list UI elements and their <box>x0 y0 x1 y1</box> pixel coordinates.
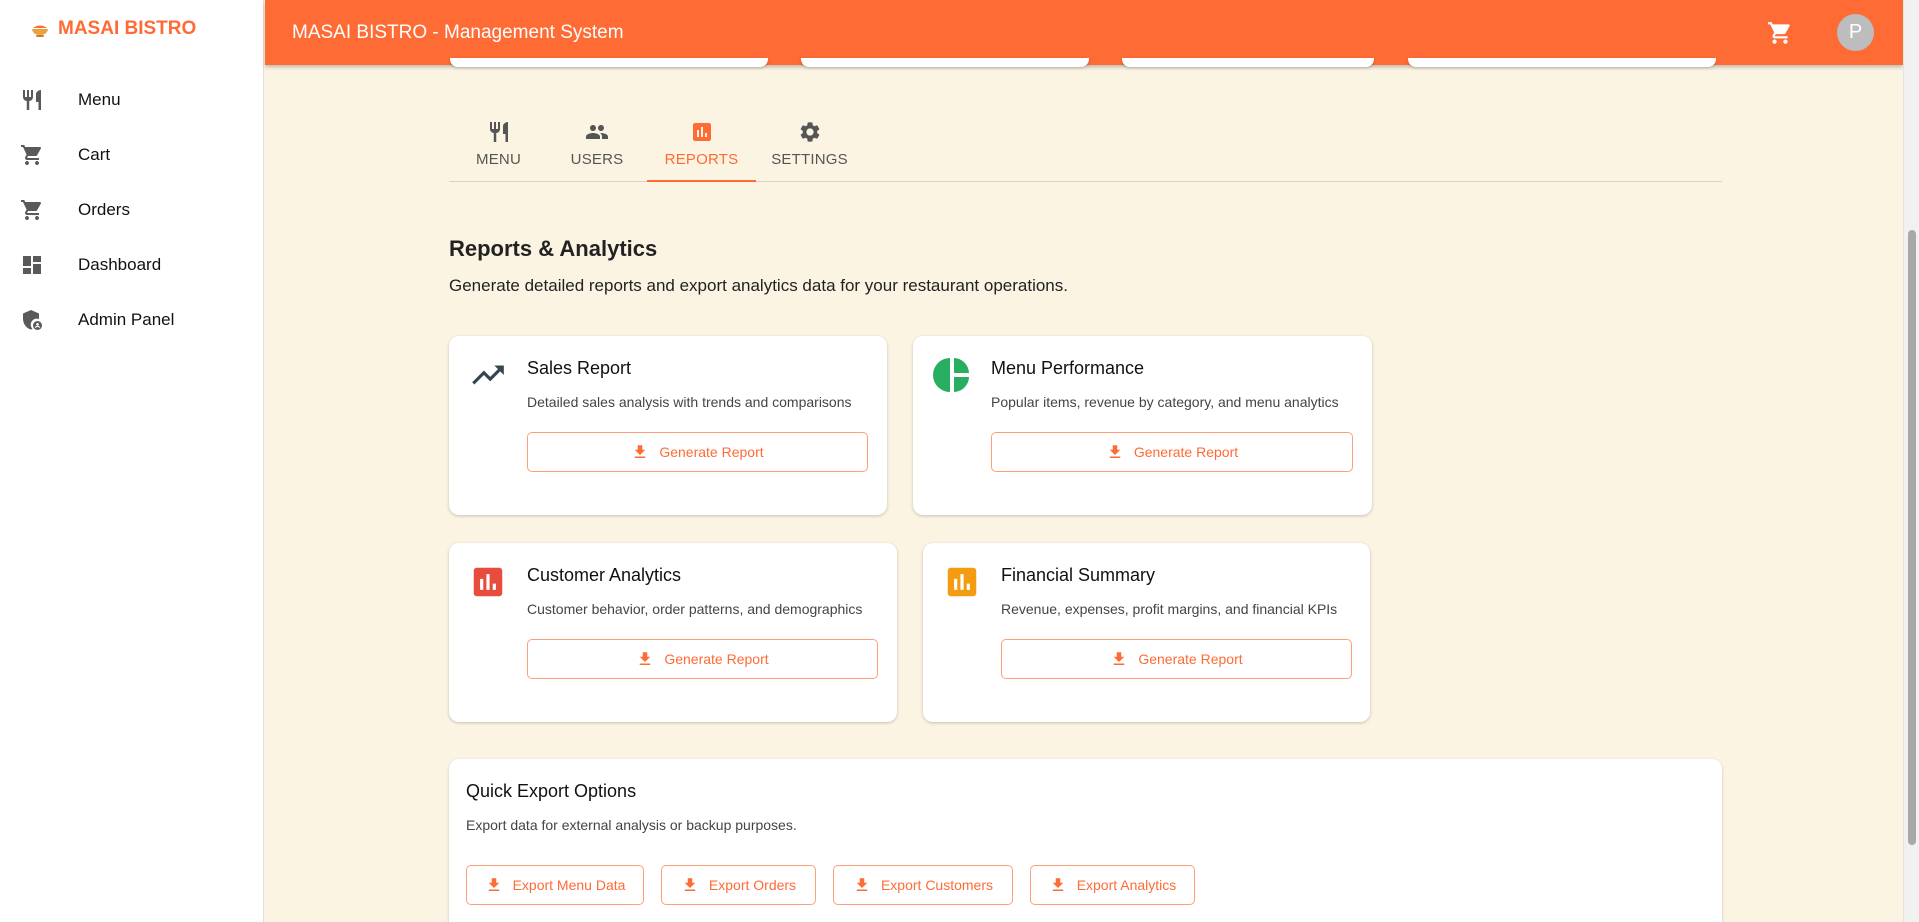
generate-report-button[interactable]: Generate Report <box>1001 639 1352 679</box>
sidebar-item-label: Dashboard <box>78 254 162 274</box>
brand-logo[interactable]: MASAI BISTRO <box>0 0 263 58</box>
stat-card <box>1122 58 1374 67</box>
download-icon <box>853 876 871 894</box>
export-customers-button[interactable]: Export Customers <box>833 865 1013 905</box>
card-title: Financial Summary <box>1001 565 1156 585</box>
admin-shield-icon <box>20 308 44 332</box>
tab-label: REPORTS <box>664 150 739 168</box>
sidebar-item-menu[interactable]: Menu <box>0 72 263 127</box>
download-icon <box>636 650 654 668</box>
stat-card <box>801 58 1089 67</box>
pie-chart-icon <box>933 356 971 394</box>
download-icon <box>631 443 649 461</box>
bar-chart-icon <box>469 563 507 601</box>
button-label: Generate Report <box>659 444 764 460</box>
button-label: Generate Report <box>1133 444 1239 460</box>
sidebar: MASAI BISTRO Menu Cart Orders Dashboard <box>0 0 264 922</box>
report-card-financial-summary: Financial Summary Revenue, expenses, pro… <box>923 543 1370 722</box>
button-label: Export Customers <box>880 877 994 893</box>
sidebar-nav: Menu Cart Orders Dashboard Admin Panel <box>0 72 263 347</box>
cart-icon <box>20 198 44 222</box>
quick-export-panel: Quick Export Options Export data for ext… <box>449 759 1722 922</box>
cart-icon <box>1767 20 1793 46</box>
sidebar-item-label: Menu <box>78 89 121 109</box>
cart-icon <box>20 143 44 167</box>
restaurant-icon <box>20 88 44 112</box>
download-icon <box>1106 443 1124 461</box>
sidebar-item-admin-panel[interactable]: Admin Panel <box>0 292 263 347</box>
generate-report-button[interactable]: Generate Report <box>527 432 868 472</box>
bowl-icon <box>30 19 50 39</box>
generate-report-button[interactable]: Generate Report <box>527 639 878 679</box>
page-title: MASAI BISTRO - Management System <box>292 21 624 43</box>
button-label: Export Menu Data <box>512 877 626 893</box>
button-label: Generate Report <box>664 651 769 667</box>
stat-card <box>450 58 768 67</box>
sidebar-item-label: Cart <box>78 144 111 164</box>
scrollbar-thumb[interactable] <box>1908 230 1916 845</box>
section-title: Reports & Analytics <box>449 236 658 261</box>
tab-reports[interactable]: REPORTS <box>647 106 756 182</box>
tab-users[interactable]: USERS <box>548 106 646 181</box>
bar-chart-icon <box>690 120 714 144</box>
dashboard-icon <box>20 253 44 277</box>
quick-export-title: Quick Export Options <box>466 781 637 801</box>
report-card-menu-performance: Menu Performance Popular items, revenue … <box>913 336 1372 515</box>
button-label: Generate Report <box>1138 651 1243 667</box>
download-icon <box>485 876 503 894</box>
download-icon <box>1110 650 1128 668</box>
card-title: Sales Report <box>527 358 632 378</box>
card-description: Detailed sales analysis with trends and … <box>527 394 852 410</box>
tab-label: MENU <box>476 150 521 168</box>
tab-menu[interactable]: MENU <box>449 106 548 181</box>
button-label: Export Orders <box>708 877 797 893</box>
tab-label: USERS <box>570 150 624 168</box>
bar-chart-icon <box>943 563 981 601</box>
people-icon <box>585 120 609 144</box>
card-description: Revenue, expenses, profit margins, and f… <box>1001 601 1338 617</box>
page-scrollbar[interactable] <box>1903 0 1919 922</box>
sidebar-item-orders[interactable]: Orders <box>0 182 263 237</box>
quick-export-description: Export data for external analysis or bac… <box>466 817 797 833</box>
card-description: Customer behavior, order patterns, and d… <box>527 601 863 617</box>
stat-card <box>1408 58 1716 67</box>
export-orders-button[interactable]: Export Orders <box>661 865 816 905</box>
export-analytics-button[interactable]: Export Analytics <box>1030 865 1195 905</box>
trending-up-icon <box>469 356 507 394</box>
admin-tabs: MENU USERS REPORTS SETTINGS <box>449 106 1722 182</box>
header-cart-button[interactable] <box>1766 19 1794 47</box>
report-card-customer-analytics: Customer Analytics Customer behavior, or… <box>449 543 897 722</box>
button-label: Export Analytics <box>1076 877 1177 893</box>
card-title: Customer Analytics <box>527 565 682 585</box>
restaurant-icon <box>487 120 511 144</box>
sidebar-item-cart[interactable]: Cart <box>0 127 263 182</box>
download-icon <box>681 876 699 894</box>
card-title: Menu Performance <box>991 358 1145 378</box>
app-bar: MASAI BISTRO - Management System P <box>265 0 1903 65</box>
sidebar-item-label: Admin Panel <box>78 309 175 329</box>
report-card-sales: Sales Report Detailed sales analysis wit… <box>449 336 887 515</box>
tab-label: SETTINGS <box>771 150 848 168</box>
avatar[interactable]: P <box>1837 14 1874 51</box>
tab-settings[interactable]: SETTINGS <box>756 106 863 181</box>
section-description: Generate detailed reports and export ana… <box>449 276 1068 295</box>
download-icon <box>1049 876 1067 894</box>
gear-icon <box>798 120 822 144</box>
brand-name: MASAI BISTRO <box>58 18 197 39</box>
card-description: Popular items, revenue by category, and … <box>991 394 1339 410</box>
sidebar-item-label: Orders <box>78 199 130 219</box>
sidebar-item-dashboard[interactable]: Dashboard <box>0 237 263 292</box>
export-menu-data-button[interactable]: Export Menu Data <box>466 865 644 905</box>
generate-report-button[interactable]: Generate Report <box>991 432 1353 472</box>
